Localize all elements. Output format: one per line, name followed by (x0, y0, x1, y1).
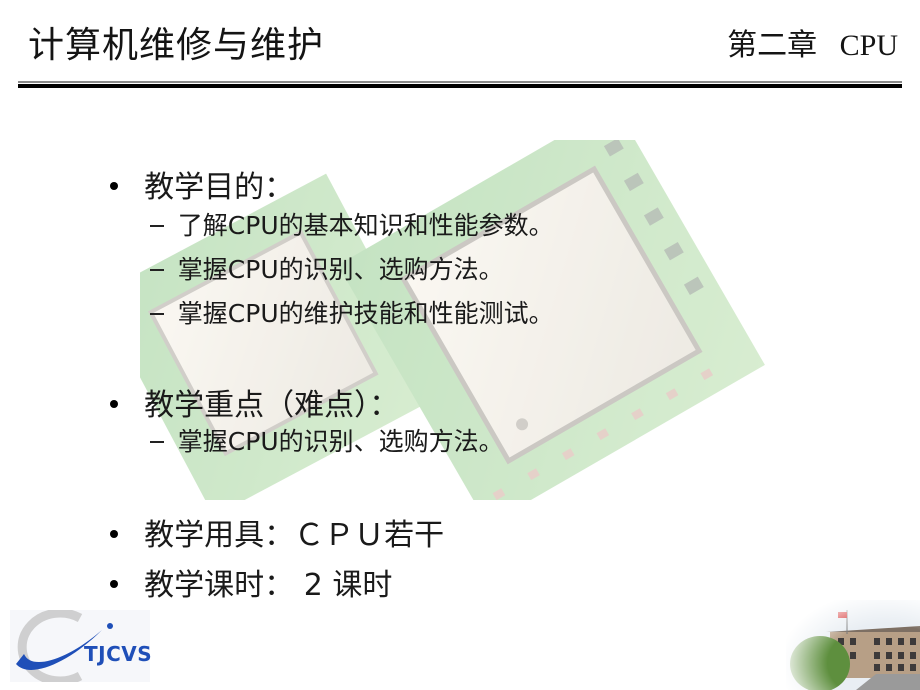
bullet-dot (110, 181, 119, 190)
logo-text: TJCVS (84, 642, 153, 666)
dash-marker (149, 441, 164, 443)
dash-marker (149, 313, 164, 315)
bullet-dot (110, 579, 119, 588)
bullet-text: 教学课时： 2 课时 (144, 568, 393, 603)
school-building-image (786, 600, 920, 690)
slide-content: 教学目的： 了解CPU的基本知识和性能参数。 掌握CPU的识别、选购方法。 掌握… (0, 0, 920, 690)
school-logo: TJCVS (10, 608, 153, 686)
bullet-dot (110, 399, 119, 408)
sub-item-text: 掌握CPU的维护技能和性能测试。 (177, 299, 554, 328)
sub-item-text: 掌握CPU的识别、选购方法。 (177, 427, 504, 456)
